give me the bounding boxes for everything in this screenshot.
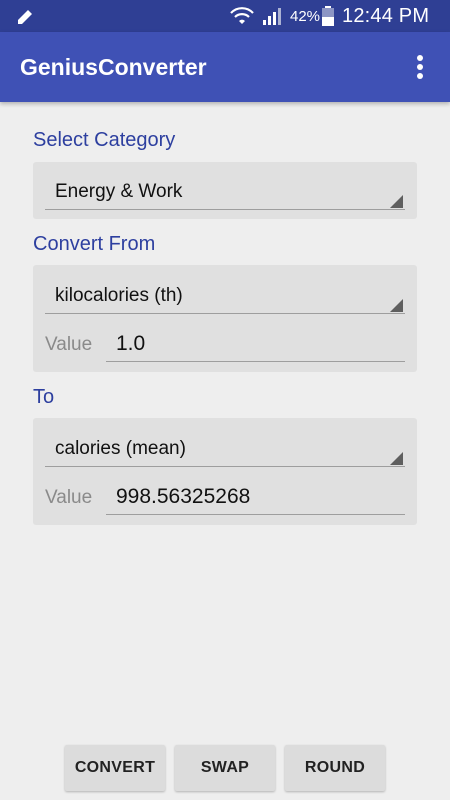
convert-from-label: Convert From — [33, 233, 156, 255]
app-bar: GeniusConverter — [0, 32, 450, 102]
to-value-underline — [106, 514, 405, 515]
from-unit-selected: kilocalories (th) — [55, 285, 183, 306]
battery-icon — [322, 6, 334, 31]
more-vert-icon[interactable] — [408, 52, 432, 82]
convert-to-card: calories (mean) Value 998.56325268 — [33, 418, 417, 525]
convert-button[interactable]: CONVERT — [65, 745, 165, 791]
dropdown-arrow-icon — [390, 299, 403, 312]
to-value-label: Value — [45, 487, 93, 508]
category-spinner[interactable]: Energy & Work — [33, 162, 417, 219]
category-underline — [45, 209, 405, 210]
dropdown-arrow-icon — [390, 452, 403, 465]
select-category-label: Select Category — [33, 129, 176, 151]
from-value-label: Value — [45, 334, 93, 355]
pencil-icon — [16, 8, 34, 31]
to-value-output[interactable]: 998.56325268 — [116, 485, 250, 509]
dropdown-arrow-icon — [390, 195, 403, 208]
from-unit-spinner[interactable]: kilocalories (th) — [33, 265, 417, 321]
to-label: To — [33, 386, 55, 408]
from-value-underline — [106, 361, 405, 362]
from-unit-underline — [45, 313, 405, 314]
from-value-input[interactable]: 1.0 — [116, 332, 145, 356]
category-card: Energy & Work — [33, 162, 417, 219]
clock: 12:44 PM — [342, 5, 430, 27]
swap-button[interactable]: SWAP — [175, 745, 275, 791]
status-bar: 42% 12:44 PM — [0, 0, 450, 32]
wifi-icon — [230, 6, 254, 31]
to-unit-underline — [45, 466, 405, 467]
battery-percent: 42% — [290, 8, 321, 25]
round-button[interactable]: ROUND — [285, 745, 385, 791]
to-unit-selected: calories (mean) — [55, 438, 186, 459]
app-title: GeniusConverter — [20, 54, 207, 80]
signal-icon — [262, 7, 282, 30]
category-selected: Energy & Work — [55, 181, 183, 202]
convert-from-card: kilocalories (th) Value 1.0 — [33, 265, 417, 372]
to-unit-spinner[interactable]: calories (mean) — [33, 418, 417, 474]
